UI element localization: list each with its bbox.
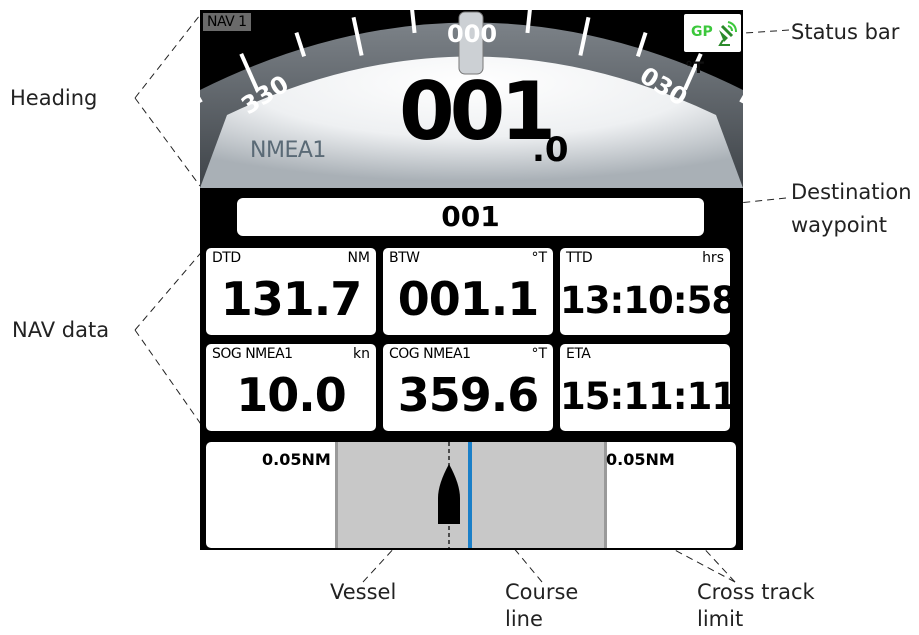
tile-unit: kn — [353, 346, 370, 362]
tile-label: COG NMEA1 — [389, 346, 471, 362]
heading-value: 001 — [399, 65, 556, 158]
tile-unit: °T — [531, 250, 547, 266]
tile-unit: NM — [347, 250, 370, 266]
heading-decimal: .0 — [532, 130, 569, 170]
heading-unit: °T — [685, 58, 704, 77]
cross-track-graphic — [438, 442, 472, 548]
tile-value: 359.6 — [397, 368, 540, 422]
tile-value: 131.7 — [220, 272, 363, 326]
status-bar[interactable]: GP — [684, 14, 741, 52]
tile-sog[interactable]: SOG NMEA1 kn 10.0 — [206, 344, 376, 431]
tile-unit: °T — [531, 346, 547, 362]
tile-eta[interactable]: ETA 15:11:11 — [560, 344, 737, 431]
heading-source-label: NMEA1 — [250, 138, 326, 163]
status-bar-callout: Status bar — [791, 20, 900, 44]
heading-leader-top — [134, 14, 201, 99]
satellite-icon — [718, 21, 737, 46]
tile-value: 15:11:11 — [560, 375, 737, 418]
vessel-icon — [438, 464, 460, 524]
destination-callout-line2: waypoint — [791, 213, 888, 237]
tile-value: 10.0 — [236, 368, 347, 422]
tile-value: 001.1 — [397, 272, 540, 326]
tile-unit: hrs — [702, 250, 724, 266]
compass-tick — [410, 10, 417, 34]
vessel-callout: Vessel — [330, 580, 397, 604]
tile-value: 13:10:58 — [560, 279, 737, 322]
heading-callout: Heading — [10, 86, 98, 110]
nav-data-leader-bottom — [134, 329, 206, 431]
gps-status-label: GP — [691, 24, 713, 40]
tile-ttd[interactable]: TTD hrs 13:10:58 — [560, 248, 737, 335]
cross-track-display[interactable]: 0.05NM 0.05NM — [206, 442, 736, 548]
nav-data-leader-top — [134, 247, 206, 331]
tile-label: BTW — [389, 250, 420, 266]
tile-btw[interactable]: BTW °T 001.1 — [383, 248, 553, 335]
tile-cog[interactable]: COG NMEA1 °T 359.6 — [383, 344, 553, 431]
tile-label: SOG NMEA1 — [212, 346, 293, 362]
tile-dtd[interactable]: DTD NM 131.7 — [206, 248, 376, 335]
tile-label: TTD — [566, 250, 593, 266]
destination-callout-line1: Destination — [791, 180, 912, 204]
xtl-callout-line2: limit — [697, 607, 744, 631]
course-callout-line2: line — [505, 607, 543, 631]
nav-data-callout: NAV data — [12, 318, 110, 342]
tile-label: ETA — [566, 346, 591, 362]
tile-label: DTD — [212, 250, 241, 266]
compass-label-000: 000 — [447, 20, 497, 48]
destination-waypoint-bar[interactable]: 001 — [237, 198, 704, 236]
compass-tick — [525, 10, 532, 34]
heading-leader-bottom — [134, 97, 201, 187]
nav-source-badge[interactable]: NAV 1 — [203, 13, 251, 31]
nav-display-screen: 000 330 030 NAV 1 GP °T NMEA1 001 .0 001… — [200, 10, 743, 550]
status-bar-leader — [744, 29, 790, 34]
